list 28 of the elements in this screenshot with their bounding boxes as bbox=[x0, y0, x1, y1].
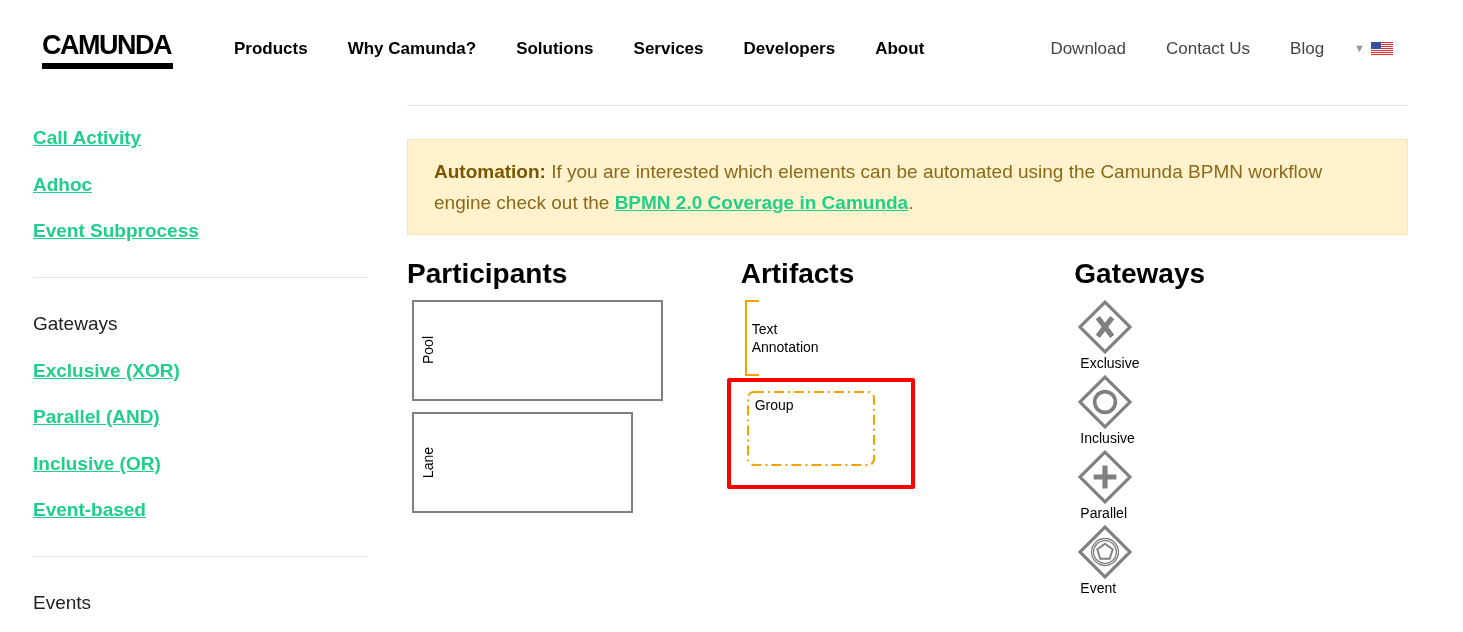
exclusive-gateway-icon bbox=[1078, 300, 1133, 354]
nav-link[interactable]: About bbox=[875, 35, 925, 62]
header-link[interactable]: Contact Us bbox=[1166, 35, 1251, 62]
nav-link[interactable]: Why Camunda? bbox=[347, 35, 477, 62]
header-link[interactable]: Download bbox=[1050, 35, 1126, 62]
parallel-gateway-icon bbox=[1078, 450, 1133, 504]
column-heading: Participants bbox=[407, 257, 569, 291]
nav-link[interactable]: Services bbox=[633, 35, 704, 62]
gateway-label: Inclusive bbox=[1080, 429, 1135, 447]
sidebar-heading: Events bbox=[33, 591, 92, 615]
column-heading: Artifacts bbox=[740, 257, 856, 291]
nav-link[interactable]: Products bbox=[234, 35, 308, 62]
lane-label: Lane bbox=[419, 446, 437, 479]
nav-link[interactable]: Solutions bbox=[516, 35, 594, 62]
inclusive-gateway-icon bbox=[1078, 375, 1133, 429]
header-link[interactable]: Blog bbox=[1290, 35, 1325, 62]
logo[interactable]: CAMUNDA bbox=[42, 28, 173, 69]
nav-link[interactable]: Developers bbox=[743, 35, 836, 62]
gateway-label: Parallel bbox=[1080, 504, 1128, 522]
group-label: Group bbox=[754, 396, 794, 415]
column-heading: Gateways bbox=[1074, 257, 1207, 291]
event-gateway-icon bbox=[1078, 525, 1133, 579]
gateway-label: Exclusive bbox=[1080, 354, 1140, 372]
sidebar-heading: Gateways bbox=[33, 312, 118, 336]
pool-label: Pool bbox=[419, 336, 437, 365]
gateway-label: Event bbox=[1080, 579, 1117, 597]
us-flag-icon[interactable] bbox=[1371, 41, 1393, 56]
notice-text: Automation: If you are interested which elements can be automated using the Camunda BPMN workflow engine check out the BPMN 2.0 Coverage in Camunda. bbox=[434, 160, 1324, 215]
